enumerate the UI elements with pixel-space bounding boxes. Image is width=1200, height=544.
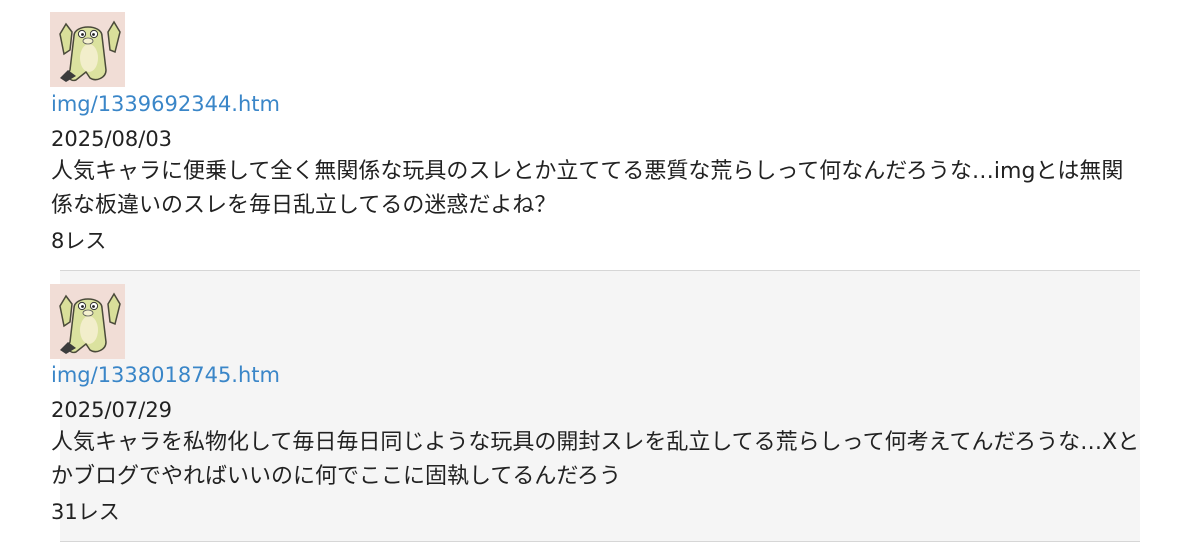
seal-mascot-icon [59,20,121,82]
thread-thumbnail[interactable] [50,12,125,87]
thread-link[interactable]: img/1339692344.htm [51,91,280,117]
reply-count: 8レス [51,229,107,253]
seal-mascot-icon [59,292,121,354]
thread-thumbnail[interactable] [50,284,125,359]
divider [60,541,1140,542]
thread-link[interactable]: img/1338018745.htm [51,362,280,388]
reply-count: 31レス [51,500,120,524]
thread-body: 人気キャラに便乗して全く無関係な玩具のスレとか立ててる悪質な荒らしって何なんだろ… [51,159,1124,218]
thread-highlight-bg [60,271,1140,541]
thread-date: 2025/08/03 [51,127,173,151]
thread-body: 人気キャラを私物化して毎日毎日同じような玩具の開封スレを乱立してる荒らしって何考… [51,430,1140,489]
thread-date: 2025/07/29 [51,398,173,422]
